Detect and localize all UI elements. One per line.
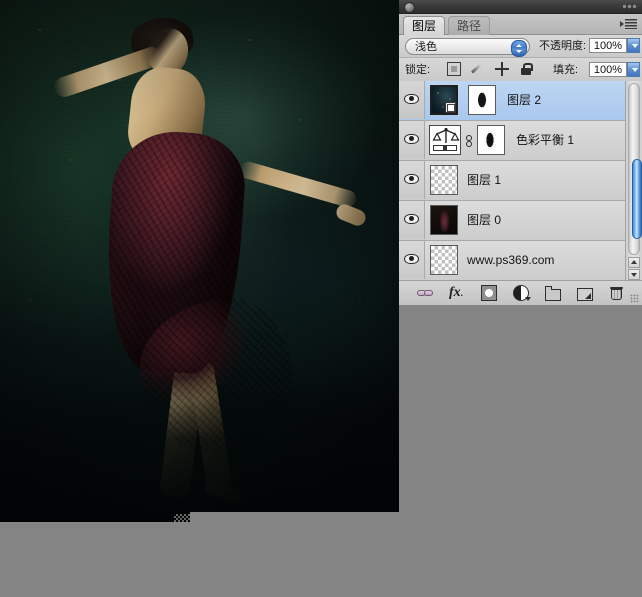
blend-opacity-row: 浅色 不透明度: 100% [399,35,642,58]
scroll-up-icon[interactable] [628,257,640,268]
panel-titlebar[interactable] [399,0,642,14]
scrollbar-thumb[interactable] [632,159,642,239]
layer-visibility-cell[interactable] [399,121,425,159]
layer-thumbnail[interactable] [430,205,458,235]
tab-paths[interactable]: 路径 [448,16,491,35]
delete-layer-icon[interactable] [609,285,625,301]
panel-tabs: 图层 路径 [399,14,642,35]
layer-mask-thumbnail[interactable] [477,125,505,155]
layer-thumbnail[interactable] [430,85,458,115]
layer-thumbnail[interactable] [430,165,458,195]
blend-mode-select[interactable]: 浅色 [405,38,530,57]
layer-style-fx-icon[interactable]: fx. [449,285,465,301]
color-balance-slider-icon [433,145,457,151]
layer-name[interactable]: 图层 2 [507,81,541,119]
panel-close-icon[interactable] [404,2,415,13]
lock-icon-group [447,62,533,76]
lock-position-icon[interactable] [495,62,509,76]
scrollbar-track[interactable] [628,83,642,255]
opacity-dropdown-icon[interactable] [627,38,640,53]
fill-label: 填充: [553,64,579,76]
smart-object-badge-icon [445,102,456,113]
eye-icon[interactable] [404,134,419,144]
lock-all-icon[interactable] [519,62,533,76]
eye-icon[interactable] [404,214,419,224]
screen-root: 图层 路径 浅色 不透明度: 100% 锁定: 填充: 100% 图层 2 色彩… [0,0,642,597]
layer-name[interactable]: www.ps369.com [467,241,554,279]
panel-menu-icon[interactable] [619,18,637,30]
table-row[interactable]: www.ps369.com [399,241,642,281]
layer-mask-thumbnail[interactable] [468,85,496,115]
layer-thumbnail[interactable] [430,245,458,275]
table-row[interactable]: 图层 0 [399,201,642,241]
layer-mask-link-icon[interactable] [465,135,473,147]
blend-mode-stepper-icon[interactable] [511,40,527,57]
layer-list-scrollbar[interactable] [625,81,642,281]
lock-image-pixels-icon[interactable] [471,62,485,76]
tab-layers[interactable]: 图层 [403,16,446,35]
color-balance-scales-icon [432,127,460,143]
artwork-vignette [0,0,399,522]
layer-visibility-cell[interactable] [399,241,425,279]
layers-panel: 图层 路径 浅色 不透明度: 100% 锁定: 填充: 100% 图层 2 色彩… [399,0,642,305]
fill-input[interactable]: 100% [589,62,627,77]
layer-name[interactable]: 图层 0 [467,201,501,239]
lock-transparent-pixels-icon[interactable] [447,62,461,76]
layer-visibility-cell[interactable] [399,81,425,119]
lock-label: 锁定: [405,64,431,76]
opacity-label: 不透明度: [539,40,587,52]
table-row[interactable]: 图层 1 [399,161,642,201]
panel-grip-icon [622,3,638,10]
table-row[interactable]: 图层 2 [399,81,642,121]
eye-icon[interactable] [404,94,419,104]
panel-menu-triangle-icon [620,21,624,27]
adjustment-caret-icon [525,297,531,301]
fill-dropdown-icon[interactable] [627,62,640,77]
tab-paths-label: 路径 [457,19,482,33]
eye-icon[interactable] [404,254,419,264]
blend-mode-value: 浅色 [415,41,437,53]
layers-toolbar-icons: fx. [417,285,625,301]
eye-icon[interactable] [404,174,419,184]
table-row[interactable]: 色彩平衡 1 [399,121,642,161]
new-layer-icon[interactable] [577,287,593,301]
panel-menu-lines-icon [625,19,637,29]
layers-panel-toolbar: fx. [399,280,642,305]
layer-name[interactable]: 图层 1 [467,161,501,199]
layer-list[interactable]: 图层 2 色彩平衡 1 图层 1 图层 0 www.ps369.com [399,81,642,282]
layer-mask-icon[interactable] [481,285,497,301]
scroll-down-icon[interactable] [628,269,640,280]
fx-caret-icon: . [460,288,463,298]
adjustment-layer-thumbnail[interactable] [429,125,461,155]
layer-name[interactable]: 色彩平衡 1 [516,121,574,159]
link-layers-icon[interactable] [417,285,433,301]
canvas-transparency-marker [174,514,190,522]
adjustment-layer-icon[interactable] [513,285,531,301]
lock-fill-row: 锁定: 填充: 100% [399,58,642,83]
image-canvas[interactable] [0,0,399,522]
layer-visibility-cell[interactable] [399,201,425,239]
new-group-icon[interactable] [545,285,561,301]
layer-visibility-cell[interactable] [399,161,425,199]
desktop-gray-bottom [0,522,642,597]
panel-resize-grip-icon[interactable] [630,294,639,303]
fx-label: fx [449,285,461,300]
tab-layers-label: 图层 [412,19,437,33]
opacity-input[interactable]: 100% [589,38,627,53]
